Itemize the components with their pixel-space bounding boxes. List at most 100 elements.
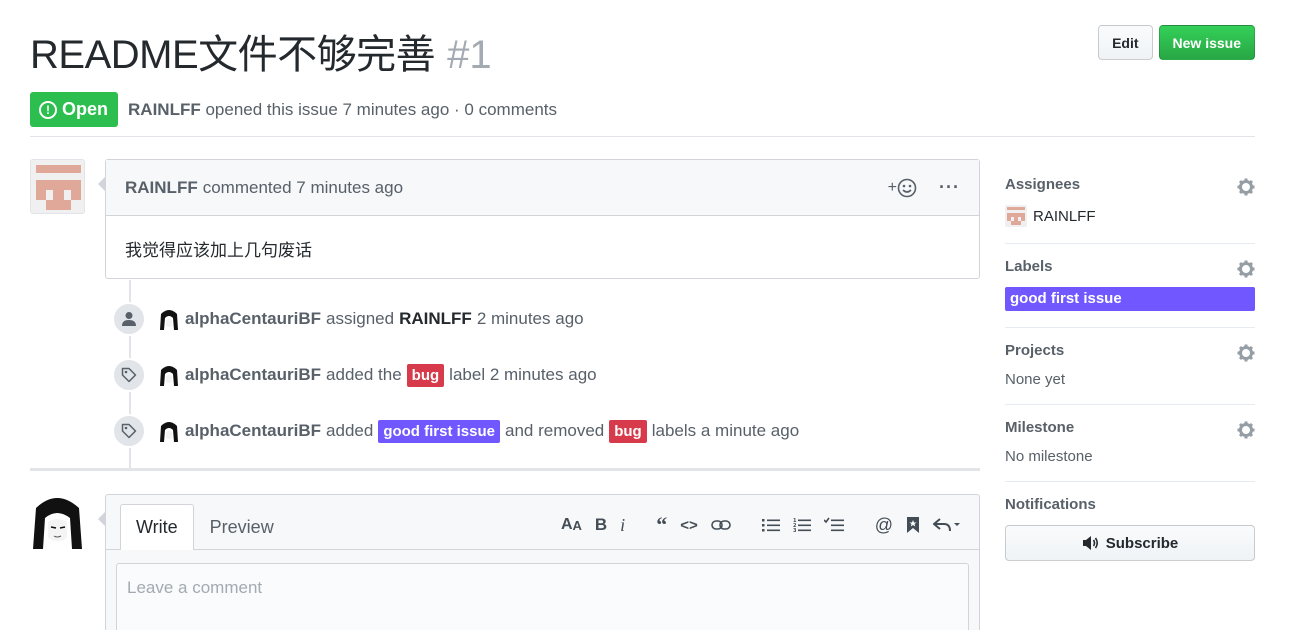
- event-time[interactable]: label 2 minutes ago: [449, 365, 596, 385]
- tag-icon: [121, 367, 137, 383]
- more-options-icon[interactable]: ···: [939, 177, 960, 198]
- sidebar-title[interactable]: Labels: [1005, 258, 1255, 275]
- event-action: assigned: [326, 309, 395, 328]
- event-time[interactable]: labels a minute ago: [652, 421, 799, 441]
- milestone-value: No milestone: [1005, 448, 1093, 465]
- label-bug[interactable]: bug: [406, 363, 445, 387]
- bold-icon[interactable]: B: [595, 515, 607, 535]
- sidebar-title[interactable]: Assignees: [1005, 176, 1255, 193]
- issue-header: README文件不够完善 #1 Edit New issue ! Open RA…: [30, 22, 1255, 127]
- smiley-icon: [897, 178, 917, 197]
- event-badge: [112, 358, 146, 392]
- issue-sidebar: Assignees RAINLFF Labels good first issu…: [1005, 162, 1255, 577]
- actor-avatar-image: [158, 308, 180, 330]
- ordered-list-icon[interactable]: 1 2 3: [793, 517, 811, 533]
- comment-textarea[interactable]: Leave a comment: [116, 563, 969, 630]
- sidebar-labels: Labels good first issue: [1005, 244, 1255, 328]
- timeline-event: alphaCentauriBF assigned RAINLFF 2 minut…: [112, 302, 584, 336]
- status-badge: ! Open: [30, 92, 119, 127]
- sidebar-milestone: Milestone No milestone: [1005, 405, 1255, 482]
- comment-time[interactable]: commented 7 minutes ago: [203, 178, 403, 198]
- identicon-image: [31, 160, 84, 213]
- actor-avatar[interactable]: [158, 308, 180, 330]
- timeline-event: alphaCentauriBF added the bug label 2 mi…: [112, 358, 597, 392]
- event-actor-link[interactable]: alphaCentauriBF: [185, 421, 321, 441]
- sidebar-title[interactable]: Projects: [1005, 342, 1255, 359]
- event-actor-link[interactable]: alphaCentauriBF: [185, 365, 321, 385]
- subscribe-label: Subscribe: [1105, 534, 1179, 552]
- event-actor-link[interactable]: alphaCentauriBF: [185, 309, 321, 329]
- link-icon-image: [710, 520, 731, 530]
- unordered-list-icon[interactable]: [761, 517, 780, 533]
- link-icon[interactable]: [710, 518, 731, 532]
- editor-tabs: Write Preview: [120, 504, 290, 550]
- event-text: alphaCentauriBF assigned RAINLFF 2 minut…: [158, 308, 584, 330]
- sidebar-title[interactable]: Milestone: [1005, 419, 1255, 436]
- issue-meta: ! Open RAINLFF opened this issue 7 minut…: [30, 92, 1255, 127]
- saved-reply-icon[interactable]: [906, 516, 920, 534]
- new-comment-form: Write Preview AA B i “ <> 1 2 3 @ Leave …: [98, 494, 980, 630]
- event-time[interactable]: 2 minutes ago: [477, 309, 584, 329]
- label-good-first-issue[interactable]: good first issue: [1005, 287, 1255, 311]
- markdown-toolbar: AA B i “ <> 1 2 3 @: [548, 512, 961, 538]
- issue-author-link[interactable]: RAINLFF: [128, 100, 201, 119]
- assignee-name[interactable]: RAINLFF: [1033, 208, 1096, 225]
- issue-comment: RAINLFF commented 7 minutes ago + ··· 我觉…: [98, 159, 980, 279]
- label-bug[interactable]: bug: [609, 419, 647, 443]
- gear-icon[interactable]: [1237, 421, 1255, 442]
- quote-icon[interactable]: “: [656, 512, 667, 538]
- issue-opened-text: opened this issue 7 minutes ago · 0 comm…: [205, 99, 557, 119]
- actor-avatar[interactable]: [158, 364, 180, 386]
- sidebar-projects: Projects None yet: [1005, 328, 1255, 405]
- comment-body: 我觉得应该加上几句废话: [125, 241, 312, 260]
- heading-icon[interactable]: AA: [561, 516, 582, 534]
- event-text: alphaCentauriBF added good first issue a…: [158, 419, 799, 443]
- comment-author-link[interactable]: RAINLFF: [125, 178, 198, 198]
- header-divider: [30, 136, 1255, 137]
- assignee-item[interactable]: RAINLFF: [1005, 205, 1255, 227]
- code-icon[interactable]: <>: [680, 517, 698, 534]
- event-action: added: [326, 421, 374, 440]
- projects-value: None yet: [1005, 371, 1066, 388]
- mention-icon[interactable]: @: [875, 515, 893, 536]
- avatar: [1005, 205, 1027, 227]
- actor-avatar-image: [158, 420, 180, 442]
- issue-meta-text: RAINLFF opened this issue 7 minutes ago …: [128, 100, 557, 120]
- gear-icon[interactable]: [1237, 260, 1255, 281]
- sidebar-assignees: Assignees RAINLFF: [1005, 162, 1255, 244]
- comment-actions: + ···: [888, 177, 960, 198]
- sidebar-notifications: Notifications Subscribe: [1005, 482, 1255, 577]
- event-target-link[interactable]: RAINLFF: [399, 309, 472, 329]
- italic-icon[interactable]: i: [620, 515, 625, 536]
- tag-icon: [121, 423, 137, 439]
- actor-avatar-image: [158, 364, 180, 386]
- comment-header: RAINLFF commented 7 minutes ago + ···: [106, 160, 979, 216]
- avatar[interactable]: [30, 494, 85, 549]
- timeline-end-divider: [30, 468, 980, 471]
- timeline-event: alphaCentauriBF added good first issue a…: [112, 414, 799, 448]
- reply-icon[interactable]: [933, 517, 961, 533]
- avatar[interactable]: [30, 159, 85, 214]
- gear-icon[interactable]: [1237, 178, 1255, 199]
- gear-icon[interactable]: [1237, 344, 1255, 365]
- event-badge: [112, 414, 146, 448]
- issue-title: README文件不够完善: [30, 33, 436, 77]
- tab-write[interactable]: Write: [120, 504, 194, 550]
- title-row: README文件不够完善 #1: [30, 22, 1255, 80]
- task-list-icon[interactable]: [823, 517, 844, 533]
- sidebar-title: Notifications: [1005, 496, 1096, 513]
- actor-avatar[interactable]: [158, 420, 180, 442]
- label-good-first-issue[interactable]: good first issue: [378, 419, 500, 443]
- new-issue-button[interactable]: New issue: [1158, 25, 1255, 60]
- user-avatar-image: [30, 494, 85, 549]
- status-label: Open: [62, 99, 109, 119]
- tab-preview[interactable]: Preview: [194, 504, 290, 550]
- edit-button[interactable]: Edit: [1098, 25, 1153, 60]
- speaker-icon: [1082, 536, 1098, 550]
- subscribe-button[interactable]: Subscribe: [1005, 525, 1255, 561]
- issue-number: #1: [447, 33, 492, 77]
- event-text: alphaCentauriBF added the bug label 2 mi…: [158, 363, 597, 387]
- header-actions: Edit New issue: [1098, 25, 1255, 60]
- event-badge: [112, 302, 146, 336]
- add-reaction-button[interactable]: +: [888, 178, 917, 198]
